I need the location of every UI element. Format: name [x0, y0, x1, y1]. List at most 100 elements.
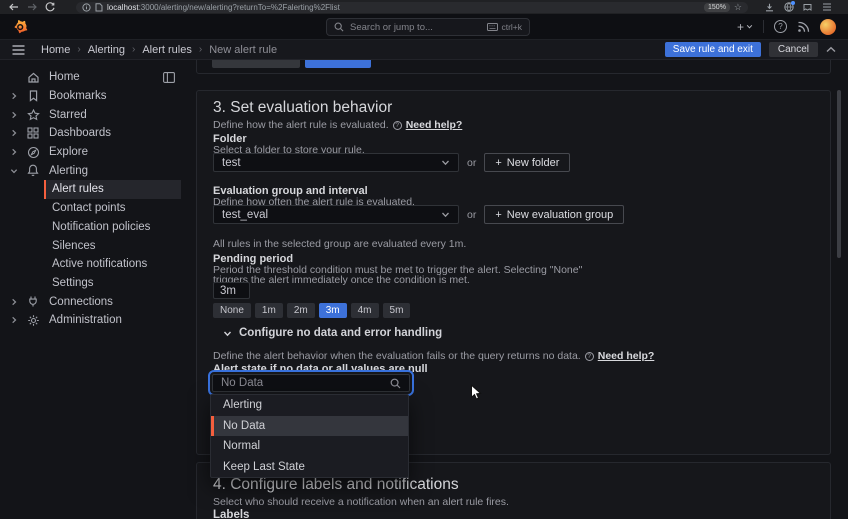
menu-option-no-data[interactable]: No Data — [211, 416, 408, 437]
no-data-options-menu: Alerting No Data Normal Keep Last State — [210, 394, 409, 478]
search-icon — [390, 378, 401, 389]
home-icon — [25, 71, 41, 84]
dashboards-grid-icon — [25, 127, 41, 139]
sidebar-item-notification-policies[interactable]: Notification policies — [0, 218, 187, 237]
pending-option-none[interactable]: None — [213, 303, 251, 318]
grafana-logo[interactable] — [12, 19, 28, 35]
browser-back-icon[interactable] — [8, 1, 20, 13]
dock-menu-icon[interactable] — [163, 72, 175, 83]
new-eval-group-button[interactable]: + New evaluation group — [484, 205, 624, 224]
chevron-down-icon[interactable] — [8, 167, 20, 175]
no-data-state-select[interactable]: No Data — [212, 374, 410, 392]
browser-forward-icon[interactable] — [26, 1, 38, 13]
sidebar-item-connections[interactable]: Connections — [0, 292, 187, 311]
zoom-level-badge[interactable]: 150% — [704, 3, 730, 12]
browser-extensions — [764, 2, 832, 13]
mega-menu-toggle[interactable] — [12, 45, 25, 55]
screen: localhost:3000/alerting/new/alerting?ret… — [0, 0, 848, 519]
search-placeholder: Search or jump to... — [350, 22, 433, 33]
bell-icon — [25, 164, 41, 177]
account-icon[interactable] — [783, 2, 794, 13]
star-icon — [25, 109, 41, 121]
help-button[interactable]: ? — [774, 20, 787, 33]
extension-icon[interactable] — [802, 2, 813, 13]
need-help-link[interactable]: Need help? — [406, 119, 463, 131]
sidebar-item-active-notifications[interactable]: Active notifications — [0, 255, 187, 274]
browser-reload-icon[interactable] — [44, 1, 56, 13]
breadcrumb: Home › Alerting › Alert rules › New aler… — [41, 44, 277, 56]
nav-sidebar: Home Bookmarks Starred Dashboards — [0, 60, 187, 519]
breadcrumb-separator: › — [132, 44, 135, 55]
sidebar-item-contact-points[interactable]: Contact points — [0, 199, 187, 218]
sidebar-item-starred[interactable]: Starred — [0, 105, 187, 124]
pending-option-5m[interactable]: 5m — [383, 303, 411, 318]
sidebar-item-dashboards[interactable]: Dashboards — [0, 124, 187, 143]
chevron-right-icon[interactable] — [8, 92, 20, 100]
breadcrumb-bar: Home › Alerting › Alert rules › New aler… — [0, 40, 848, 60]
add-menu-button[interactable]: + — [737, 20, 753, 34]
bookmark-star-icon[interactable]: ☆ — [734, 3, 742, 12]
pending-option-4m[interactable]: 4m — [351, 303, 379, 318]
menu-option-keep-last-state[interactable]: Keep Last State — [211, 457, 408, 478]
site-info-icon — [82, 3, 91, 12]
plug-icon — [25, 295, 41, 308]
user-avatar[interactable] — [820, 19, 836, 35]
new-folder-button[interactable]: + New folder — [484, 153, 570, 172]
breadcrumb-separator: › — [199, 44, 202, 55]
menu-option-normal[interactable]: Normal — [211, 436, 408, 457]
keyboard-icon — [487, 23, 498, 31]
sidebar-item-alerting[interactable]: Alerting — [0, 161, 187, 180]
search-input[interactable]: Search or jump to... ctrl+k — [326, 18, 530, 36]
download-icon[interactable] — [764, 2, 775, 13]
scrollbar-thumb[interactable] — [837, 90, 841, 258]
save-rule-button[interactable]: Save rule and exit — [665, 42, 761, 57]
pending-option-2m[interactable]: 2m — [287, 303, 315, 318]
plus-icon: + — [737, 20, 744, 34]
search-icon — [334, 22, 344, 32]
pending-period-input[interactable]: 3m — [213, 282, 250, 299]
pending-option-3m[interactable]: 3m — [319, 303, 347, 318]
sidebar-item-alert-rules[interactable]: Alert rules — [0, 180, 187, 199]
cancel-button[interactable]: Cancel — [769, 42, 818, 57]
sidebar-item-administration[interactable]: Administration — [0, 311, 187, 330]
pending-option-1m[interactable]: 1m — [255, 303, 283, 318]
collapse-header-chevron-icon[interactable] — [826, 46, 836, 53]
breadcrumb-alert-rules[interactable]: Alert rules — [142, 44, 192, 56]
plus-icon: + — [495, 209, 501, 221]
grafana-header: Search or jump to... ctrl+k + ? — [0, 14, 848, 40]
url-bar[interactable]: localhost:3000/alerting/new/alerting?ret… — [76, 2, 748, 13]
pending-period-options: None 1m 2m 3m 4m 5m — [213, 303, 410, 318]
folder-select[interactable]: test — [213, 153, 459, 172]
sidebar-item-explore[interactable]: Explore — [0, 143, 187, 162]
section3-title: 3. Set evaluation behavior — [213, 99, 392, 117]
chevron-right-icon[interactable] — [8, 298, 20, 306]
breadcrumb-alerting[interactable]: Alerting — [88, 44, 125, 56]
pending-description-line2: triggers the alert immediately once the … — [213, 274, 470, 286]
labels-label: Labels — [213, 509, 249, 519]
sidebar-item-bookmarks[interactable]: Bookmarks — [0, 87, 187, 106]
url-text: localhost:3000/alerting/new/alerting?ret… — [107, 3, 340, 12]
notification-dot — [791, 1, 795, 5]
chevron-right-icon[interactable] — [8, 129, 20, 137]
browser-menu-icon[interactable] — [821, 2, 832, 13]
menu-option-alerting[interactable]: Alerting — [211, 395, 408, 416]
sidebar-item-home[interactable]: Home — [0, 68, 187, 87]
browser-chrome: localhost:3000/alerting/new/alerting?ret… — [0, 0, 848, 14]
sidebar-item-settings[interactable]: Settings — [0, 274, 187, 293]
eval-group-select[interactable]: test_eval — [213, 205, 459, 224]
sidebar-item-silences[interactable]: Silences — [0, 236, 187, 255]
no-data-description: Define the alert behavior when the evalu… — [213, 350, 654, 362]
chevron-down-icon — [441, 158, 450, 167]
chevron-down-icon — [441, 210, 450, 219]
no-data-collapse-toggle[interactable]: Configure no data and error handling — [223, 327, 442, 339]
chevron-right-icon[interactable] — [8, 111, 20, 119]
partial-secondary-button[interactable] — [212, 60, 300, 68]
breadcrumb-home[interactable]: Home — [41, 44, 70, 56]
chevron-right-icon[interactable] — [8, 148, 20, 156]
need-help-link[interactable]: Need help? — [598, 350, 655, 362]
news-icon[interactable] — [797, 21, 810, 33]
chevron-right-icon[interactable] — [8, 316, 20, 324]
help-circle-icon: ? — [393, 121, 402, 130]
section4-title: 4. Configure labels and notifications — [213, 476, 459, 494]
partial-primary-button[interactable] — [305, 60, 371, 68]
